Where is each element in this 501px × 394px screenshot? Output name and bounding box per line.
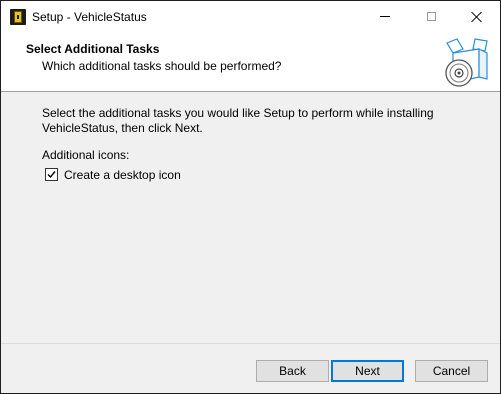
minimize-button[interactable] xyxy=(362,1,408,32)
task-description: Select the additional tasks you would li… xyxy=(42,106,434,135)
setup-window: Setup - VehicleStatus Select Additional … xyxy=(0,0,501,394)
maximize-button xyxy=(408,1,454,32)
wizard-content: Select the additional tasks you would li… xyxy=(1,92,500,342)
app-icon xyxy=(10,9,26,25)
footer-divider xyxy=(1,343,500,344)
page-subtitle: Which additional tasks should be perform… xyxy=(42,59,282,73)
close-icon xyxy=(472,12,482,22)
back-button[interactable]: Back xyxy=(256,360,329,382)
title-bar[interactable]: Setup - VehicleStatus xyxy=(1,1,500,32)
close-button[interactable] xyxy=(454,1,500,32)
maximize-icon xyxy=(426,12,436,21)
desktop-icon-checkbox[interactable] xyxy=(45,168,58,181)
wizard-header: Select Additional Tasks Which additional… xyxy=(1,32,500,92)
minimize-icon xyxy=(380,16,390,17)
desktop-icon-task[interactable]: Create a desktop icon xyxy=(45,167,181,182)
cancel-button[interactable]: Cancel xyxy=(415,360,488,382)
window-title: Setup - VehicleStatus xyxy=(32,10,147,24)
page-title: Select Additional Tasks xyxy=(26,42,160,56)
desktop-icon-label: Create a desktop icon xyxy=(64,167,181,182)
additional-icons-label: Additional icons: xyxy=(42,148,130,162)
checkmark-icon xyxy=(47,171,56,179)
next-button[interactable]: Next xyxy=(331,360,404,382)
setup-box-disc-icon xyxy=(445,38,488,87)
